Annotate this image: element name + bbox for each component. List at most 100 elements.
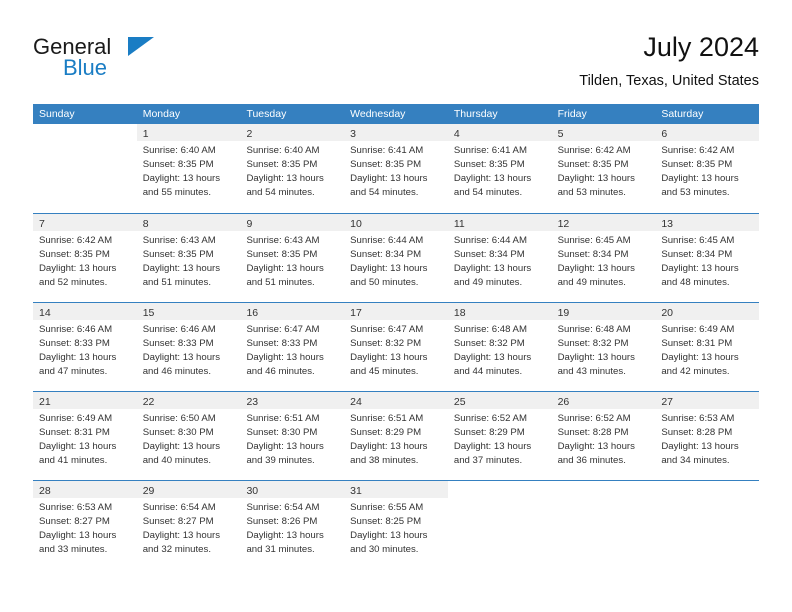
day-cell-21[interactable]: 21 Sunrise: 6:49 AM Sunset: 8:31 PM Dayligh… bbox=[33, 392, 137, 480]
day-number: 11 bbox=[453, 218, 465, 230]
day-cell-7[interactable]: 7 Sunrise: 6:42 AM Sunset: 8:35 PM Daylight… bbox=[33, 214, 137, 302]
weekday-header-monday: Monday bbox=[142, 108, 181, 120]
daylight-text-line1: Daylight: 13 hours bbox=[661, 352, 739, 364]
day-cell-15[interactable]: 15 Sunrise: 6:46 AM Sunset: 8:33 PM Dayligh… bbox=[136, 303, 241, 391]
day-number: 29 bbox=[142, 485, 155, 497]
day-number-band: 29 bbox=[136, 481, 241, 498]
day-number-band: 21 bbox=[33, 392, 137, 409]
day-number: 8 bbox=[142, 218, 149, 230]
day-number: 24 bbox=[350, 396, 362, 408]
sunrise-text: Sunrise: 6:50 AM bbox=[142, 413, 216, 424]
day-cell-3[interactable]: 3 Sunrise: 6:41 AM Sunset: 8:35 PM Daylight… bbox=[344, 124, 448, 213]
day-number-band bbox=[447, 481, 552, 498]
day-cell-9[interactable]: 9 Sunrise: 6:43 AM Sunset: 8:35 PM Daylight… bbox=[240, 214, 345, 302]
daylight-text-line2: and 43 minutes. bbox=[557, 366, 626, 378]
daylight-text-line1: Daylight: 13 hours bbox=[350, 441, 428, 453]
day-details: Sunrise: 6:43 AM Sunset: 8:35 PM Daylight:… bbox=[137, 231, 241, 290]
day-cell-25[interactable]: 25 Sunrise: 6:52 AM Sunset: 8:29 PM Dayligh… bbox=[447, 392, 552, 480]
sunrise-text: Sunrise: 6:40 AM bbox=[142, 145, 216, 156]
day-details: Sunrise: 6:44 AM Sunset: 8:34 PM Daylight:… bbox=[448, 231, 552, 290]
daylight-text-line2: and 51 minutes. bbox=[142, 277, 211, 289]
day-number-band bbox=[33, 124, 137, 141]
day-cell-29[interactable]: 29 Sunrise: 6:54 AM Sunset: 8:27 PM Dayligh… bbox=[136, 481, 241, 569]
day-details: Sunrise: 6:52 AM Sunset: 8:29 PM Daylight:… bbox=[448, 409, 552, 468]
day-cell-28[interactable]: 28 Sunrise: 6:53 AM Sunset: 8:27 PM Dayligh… bbox=[33, 481, 137, 569]
day-cell-16[interactable]: 16 Sunrise: 6:47 AM Sunset: 8:33 PM Dayligh… bbox=[240, 303, 345, 391]
day-cell-22[interactable]: 22 Sunrise: 6:50 AM Sunset: 8:30 PM Dayligh… bbox=[136, 392, 241, 480]
day-cell-10[interactable]: 10 Sunrise: 6:44 AM Sunset: 8:34 PM Dayligh… bbox=[344, 214, 448, 302]
day-cell-31[interactable]: 31 Sunrise: 6:55 AM Sunset: 8:25 PM Dayligh… bbox=[344, 481, 448, 569]
day-number-band: 18 bbox=[447, 303, 552, 320]
day-cell-14[interactable]: 14 Sunrise: 6:46 AM Sunset: 8:33 PM Dayligh… bbox=[33, 303, 137, 391]
day-number-band: 14 bbox=[33, 303, 137, 320]
sunrise-text: Sunrise: 6:54 AM bbox=[142, 502, 216, 513]
day-cell-18[interactable]: 18 Sunrise: 6:48 AM Sunset: 8:32 PM Dayligh… bbox=[447, 303, 552, 391]
day-cell-19[interactable]: 19 Sunrise: 6:48 AM Sunset: 8:32 PM Dayligh… bbox=[551, 303, 656, 391]
day-number-band: 26 bbox=[551, 392, 656, 409]
day-number: 25 bbox=[453, 396, 466, 408]
daylight-text-line2: and 31 minutes. bbox=[246, 544, 315, 556]
day-number: 28 bbox=[39, 485, 51, 497]
day-cell-1[interactable]: 1 Sunrise: 6:40 AM Sunset: 8:35 PM Daylight… bbox=[136, 124, 241, 213]
day-number: 31 bbox=[350, 485, 362, 497]
daylight-text-line1: Daylight: 13 hours bbox=[350, 352, 428, 364]
day-cell-24[interactable]: 24 Sunrise: 6:51 AM Sunset: 8:29 PM Dayligh… bbox=[344, 392, 448, 480]
calendar-weeks: 1 Sunrise: 6:40 AM Sunset: 8:35 PM Daylight… bbox=[33, 124, 760, 569]
weekday-header-friday: Friday bbox=[557, 108, 587, 120]
day-details: Sunrise: 6:54 AM Sunset: 8:26 PM Daylight:… bbox=[240, 498, 344, 557]
day-details: Sunrise: 6:40 AM Sunset: 8:35 PM Daylight:… bbox=[137, 141, 241, 200]
day-cell-2[interactable]: 2 Sunrise: 6:40 AM Sunset: 8:35 PM Daylight… bbox=[240, 124, 345, 213]
day-cell-11[interactable]: 11 Sunrise: 6:44 AM Sunset: 8:34 PM Dayligh… bbox=[447, 214, 552, 302]
sunrise-text: Sunrise: 6:40 AM bbox=[246, 145, 320, 156]
day-number-band: 7 bbox=[33, 214, 137, 231]
daylight-text-line2: and 49 minutes. bbox=[557, 277, 626, 289]
daylight-text-line2: and 47 minutes. bbox=[39, 366, 108, 378]
day-details: Sunrise: 6:42 AM Sunset: 8:35 PM Daylight:… bbox=[655, 141, 759, 200]
day-cell-4[interactable]: 4 Sunrise: 6:41 AM Sunset: 8:35 PM Daylight… bbox=[447, 124, 552, 213]
sunset-text: Sunset: 8:26 PM bbox=[246, 516, 318, 528]
day-number: 2 bbox=[246, 128, 253, 140]
day-cell-27[interactable]: 27 Sunrise: 6:53 AM Sunset: 8:28 PM Dayligh… bbox=[655, 392, 760, 480]
daylight-text-line2: and 42 minutes. bbox=[661, 366, 730, 378]
day-cell-13[interactable]: 13 Sunrise: 6:45 AM Sunset: 8:34 PM Dayligh… bbox=[655, 214, 760, 302]
daylight-text-line2: and 32 minutes. bbox=[142, 544, 211, 556]
day-details: Sunrise: 6:41 AM Sunset: 8:35 PM Daylight:… bbox=[448, 141, 552, 200]
day-cell-26[interactable]: 26 Sunrise: 6:52 AM Sunset: 8:28 PM Dayligh… bbox=[551, 392, 656, 480]
day-cell-17[interactable]: 17 Sunrise: 6:47 AM Sunset: 8:32 PM Dayligh… bbox=[344, 303, 448, 391]
day-number-band: 24 bbox=[344, 392, 448, 409]
sunrise-text: Sunrise: 6:53 AM bbox=[39, 502, 113, 513]
day-number: 14 bbox=[39, 307, 51, 319]
day-cell-6[interactable]: 6 Sunrise: 6:42 AM Sunset: 8:35 PM Daylight… bbox=[655, 124, 760, 213]
sunset-text: Sunset: 8:28 PM bbox=[661, 427, 733, 439]
day-cell-23[interactable]: 23 Sunrise: 6:51 AM Sunset: 8:30 PM Dayligh… bbox=[240, 392, 345, 480]
day-cell-8[interactable]: 8 Sunrise: 6:43 AM Sunset: 8:35 PM Daylight… bbox=[136, 214, 241, 302]
sunset-text: Sunset: 8:35 PM bbox=[246, 249, 318, 261]
weekday-header-thursday: Thursday bbox=[453, 108, 498, 120]
weekday-header-row: Sunday Monday Tuesday Wednesday Thursday Frid… bbox=[33, 104, 759, 124]
sunrise-text: Sunrise: 6:53 AM bbox=[661, 413, 735, 424]
day-cell-30[interactable]: 30 Sunrise: 6:54 AM Sunset: 8:26 PM Dayligh… bbox=[240, 481, 345, 569]
calendar-grid: Sunday Monday Tuesday Wednesday Thursday Frid… bbox=[33, 104, 760, 569]
day-details: Sunrise: 6:46 AM Sunset: 8:33 PM Daylight:… bbox=[33, 320, 137, 379]
sunrise-text: Sunrise: 6:42 AM bbox=[39, 235, 113, 246]
day-number: 1 bbox=[142, 128, 149, 140]
day-details: Sunrise: 6:44 AM Sunset: 8:34 PM Daylight:… bbox=[344, 231, 448, 290]
day-number: 13 bbox=[661, 218, 673, 230]
day-details: Sunrise: 6:46 AM Sunset: 8:33 PM Daylight:… bbox=[137, 320, 241, 379]
day-number-band: 31 bbox=[344, 481, 448, 498]
sunset-text: Sunset: 8:30 PM bbox=[246, 427, 318, 439]
sunrise-text: Sunrise: 6:42 AM bbox=[557, 145, 631, 156]
daylight-text-line2: and 50 minutes. bbox=[350, 277, 419, 289]
daylight-text-line2: and 54 minutes. bbox=[246, 187, 315, 199]
day-details: Sunrise: 6:52 AM Sunset: 8:28 PM Daylight:… bbox=[552, 409, 656, 468]
day-details: Sunrise: 6:53 AM Sunset: 8:27 PM Daylight:… bbox=[33, 498, 137, 557]
day-cell-20[interactable]: 20 Sunrise: 6:49 AM Sunset: 8:31 PM Dayligh… bbox=[655, 303, 760, 391]
daylight-text-line2: and 45 minutes. bbox=[350, 366, 419, 378]
weekday-header-saturday: Saturday bbox=[661, 108, 704, 120]
day-details: Sunrise: 6:42 AM Sunset: 8:35 PM Daylight:… bbox=[33, 231, 137, 290]
calendar-week-row: 14 Sunrise: 6:46 AM Sunset: 8:33 PM Dayligh… bbox=[33, 302, 760, 391]
day-cell-12[interactable]: 12 Sunrise: 6:45 AM Sunset: 8:34 PM Dayligh… bbox=[551, 214, 656, 302]
day-number-band: 12 bbox=[551, 214, 656, 231]
day-cell-5[interactable]: 5 Sunrise: 6:42 AM Sunset: 8:35 PM Daylight… bbox=[551, 124, 656, 213]
logo-text-blue: Blue bbox=[63, 55, 108, 80]
